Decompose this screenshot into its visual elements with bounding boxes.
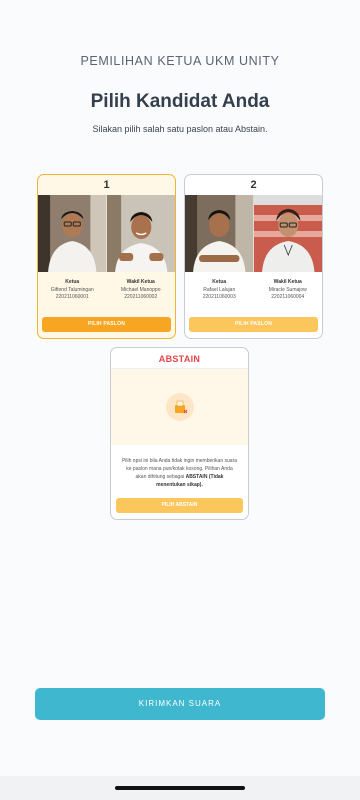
pick-abstain-button[interactable]: PILIH ABSTAIN (116, 498, 243, 513)
abstain-title: ABSTAIN (111, 348, 248, 369)
ketua-name: Rafael Lalujan (203, 287, 236, 293)
abstain-hero (111, 369, 248, 445)
ketua-name: Giftend Talumingan (50, 287, 94, 293)
wakil-role-label: Wakil Ketua (126, 279, 155, 285)
voting-page: PEMILIHAN KETUA UKM UNITY Pilih Kandidat… (0, 0, 360, 776)
ketua-role-label: Ketua (65, 279, 80, 285)
ketua-info: Ketua Rafael Lalujan 220211060003 (185, 277, 254, 301)
wakil-name: Michael Manoppo (121, 287, 161, 293)
candidate-card-1[interactable]: 1 Ketua Giftend Talumingan 220211060001 … (37, 174, 176, 339)
ketua-photo (38, 195, 107, 272)
home-indicator[interactable] (115, 786, 245, 790)
ballot-box-x-icon (166, 393, 194, 421)
system-nav-bar (0, 776, 360, 800)
ketua-id: 220211060001 (55, 294, 89, 300)
ketua-photo (185, 195, 254, 272)
pick-paslon-2-button[interactable]: PILIH PASLON (189, 317, 318, 332)
wakil-photo (106, 195, 175, 272)
wakil-info: Wakil Ketua Michael Manoppo 220211060002 (107, 277, 176, 301)
candidate-photos (38, 195, 175, 272)
wakil-info: Wakil Ketua Miracle Sumajow 220211060004 (254, 277, 323, 301)
pick-paslon-1-button[interactable]: PILIH PASLON (42, 317, 171, 332)
election-label: PEMILIHAN KETUA UKM UNITY (80, 54, 280, 68)
wakil-photo (253, 195, 322, 272)
page-title: Pilih Kandidat Anda (90, 91, 270, 112)
candidate-card-2[interactable]: 2 Ketua Rafael Lalujan 220211060003 Waki… (184, 174, 323, 339)
wakil-role-label: Wakil Ketua (273, 279, 302, 285)
abstain-card[interactable]: ABSTAIN Pilih opsi ini bila Anda tidak i… (110, 347, 249, 520)
wakil-id: 220211060002 (124, 294, 158, 300)
ketua-id: 220211060003 (202, 294, 236, 300)
candidate-photos (185, 195, 322, 272)
page-subtitle: Silakan pilih salah satu paslon atau Abs… (92, 124, 268, 134)
wakil-name: Miracle Sumajow (268, 287, 307, 293)
submit-vote-button[interactable]: KIRIMKAN SUARA (35, 688, 325, 720)
candidate-number: 1 (103, 179, 110, 191)
ketua-info: Ketua Giftend Talumingan 220211060001 (38, 277, 107, 301)
candidate-roles: Ketua Rafael Lalujan 220211060003 Wakil … (185, 277, 322, 301)
candidate-roles: Ketua Giftend Talumingan 220211060001 Wa… (38, 277, 175, 301)
candidate-number: 2 (250, 179, 257, 191)
ketua-role-label: Ketua (212, 279, 227, 285)
wakil-id: 220211060004 (271, 294, 305, 300)
abstain-description: Pilih opsi ini bila Anda tidak ingin mem… (111, 445, 248, 489)
